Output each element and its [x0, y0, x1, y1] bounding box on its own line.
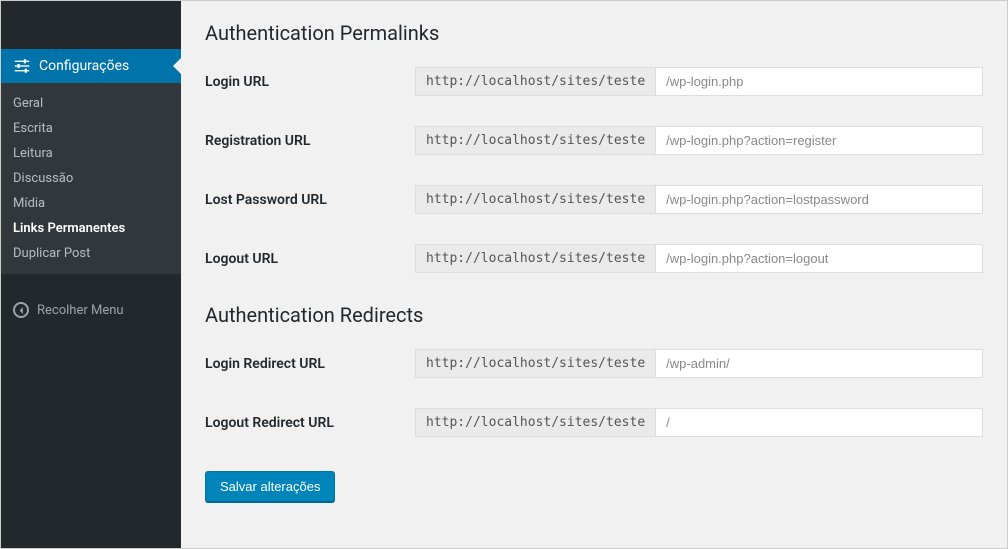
collapse-label: Recolher Menu	[37, 303, 124, 318]
url-prefix: http://localhost/sites/teste	[415, 67, 656, 96]
sidebar-sub-discussao[interactable]: Discussão	[1, 166, 181, 191]
main-content: Authentication Permalinks Login URL http…	[181, 1, 1007, 548]
field-label: Logout Redirect URL	[205, 415, 415, 431]
field-row-logout-redirect-url: Logout Redirect URL http://localhost/sit…	[205, 408, 983, 437]
field-label: Logout URL	[205, 251, 415, 267]
sidebar-sub-escrita[interactable]: Escrita	[1, 116, 181, 141]
field-input-group: http://localhost/sites/teste	[415, 126, 983, 155]
field-input-group: http://localhost/sites/teste	[415, 67, 983, 96]
logout-redirect-url-input[interactable]	[656, 408, 983, 437]
url-prefix: http://localhost/sites/teste	[415, 349, 656, 378]
sidebar-top-space	[1, 1, 181, 49]
url-prefix: http://localhost/sites/teste	[415, 126, 656, 155]
collapse-icon	[13, 302, 29, 318]
field-label: Lost Password URL	[205, 192, 415, 208]
settings-icon	[13, 57, 31, 75]
field-input-group: http://localhost/sites/teste	[415, 244, 983, 273]
admin-sidebar: Configurações Geral Escrita Leitura Disc…	[1, 1, 181, 548]
sidebar-sub-midia[interactable]: Mídia	[1, 191, 181, 216]
login-redirect-url-input[interactable]	[656, 349, 983, 378]
field-input-group: http://localhost/sites/teste	[415, 408, 983, 437]
field-row-lost-password-url: Lost Password URL http://localhost/sites…	[205, 185, 983, 214]
field-row-login-redirect-url: Login Redirect URL http://localhost/site…	[205, 349, 983, 378]
lost-password-url-input[interactable]	[656, 185, 983, 214]
url-prefix: http://localhost/sites/teste	[415, 185, 656, 214]
sidebar-collapse-button[interactable]: Recolher Menu	[1, 294, 181, 326]
sidebar-sub-geral[interactable]: Geral	[1, 91, 181, 116]
registration-url-input[interactable]	[656, 126, 983, 155]
logout-url-input[interactable]	[656, 244, 983, 273]
url-prefix: http://localhost/sites/teste	[415, 244, 656, 273]
field-row-login-url: Login URL http://localhost/sites/teste	[205, 67, 983, 96]
login-url-input[interactable]	[656, 67, 983, 96]
app-frame: Configurações Geral Escrita Leitura Disc…	[0, 0, 1008, 549]
field-row-registration-url: Registration URL http://localhost/sites/…	[205, 126, 983, 155]
field-input-group: http://localhost/sites/teste	[415, 185, 983, 214]
field-label: Login Redirect URL	[205, 356, 415, 372]
url-prefix: http://localhost/sites/teste	[415, 408, 656, 437]
section-title-auth-redirects: Authentication Redirects	[205, 303, 983, 327]
sidebar-sub-duplicar-post[interactable]: Duplicar Post	[1, 241, 181, 266]
field-label: Login URL	[205, 74, 415, 90]
sidebar-item-settings[interactable]: Configurações	[1, 49, 181, 83]
sidebar-sub-links-permanentes[interactable]: Links Permanentes	[1, 216, 181, 241]
sidebar-sub-leitura[interactable]: Leitura	[1, 141, 181, 166]
section-title-auth-permalinks: Authentication Permalinks	[205, 21, 983, 45]
field-row-logout-url: Logout URL http://localhost/sites/teste	[205, 244, 983, 273]
save-button[interactable]: Salvar alterações	[205, 471, 335, 502]
sidebar-item-label: Configurações	[39, 58, 129, 74]
field-label: Registration URL	[205, 133, 415, 149]
sidebar-submenu: Geral Escrita Leitura Discussão Mídia Li…	[1, 83, 181, 274]
field-input-group: http://localhost/sites/teste	[415, 349, 983, 378]
